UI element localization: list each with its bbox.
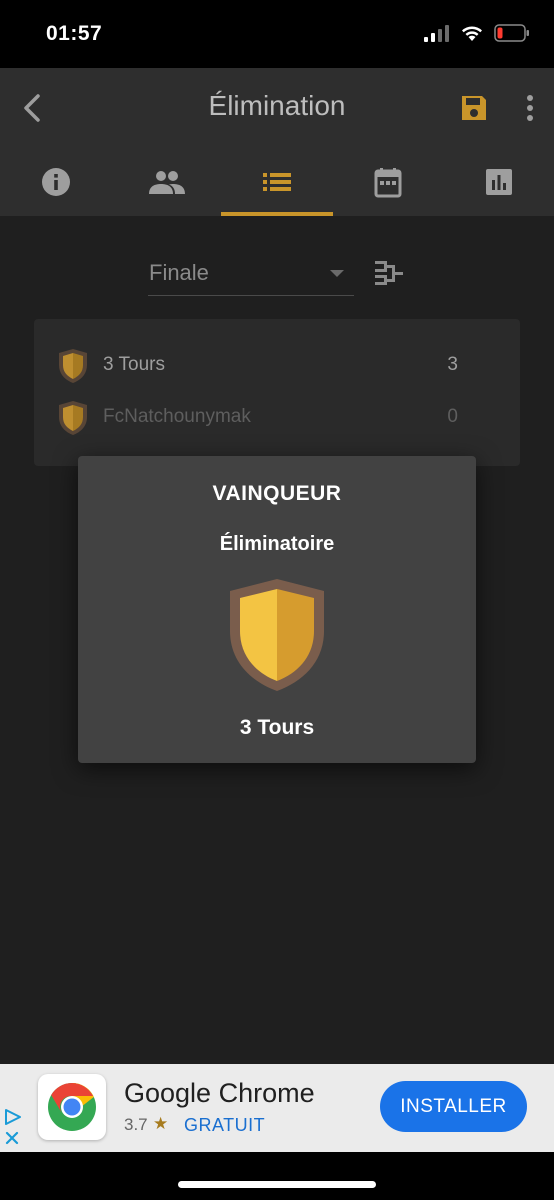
tab-calendar[interactable]: [332, 148, 443, 216]
team-shield-icon: [59, 349, 87, 383]
status-bar: 01:57: [0, 0, 554, 68]
battery-icon: [494, 24, 529, 42]
winner-team-name: 3 Tours: [239, 716, 315, 739]
dialog-subtitle: Éliminatoire: [219, 533, 335, 555]
team-score: 0: [447, 406, 458, 427]
round-select-value: Finale: [149, 260, 209, 285]
status-time: 01:57: [46, 22, 103, 45]
chrome-app-icon[interactable]: [38, 1074, 106, 1140]
winner-dialog[interactable]: VAINQUEUR Éliminatoire 3 Tours: [78, 456, 476, 763]
dialog-title: VAINQUEUR: [212, 482, 342, 505]
more-options-button[interactable]: [518, 92, 542, 124]
chrome-logo-icon: [48, 1083, 96, 1131]
ad-app-name: Google Chrome: [124, 1078, 315, 1108]
ad-choices-icon[interactable]: [3, 1108, 23, 1126]
team-name: 3 Tours: [103, 354, 165, 375]
wifi-icon: [462, 26, 482, 41]
team-shield-icon: [59, 401, 87, 435]
tab-matches[interactable]: [221, 148, 332, 216]
tab-players[interactable]: [111, 148, 222, 216]
list-icon: [262, 173, 291, 191]
tab-bar: [0, 148, 554, 216]
team-name: FcNatchounymak: [103, 406, 251, 427]
app-bar: Élimination: [0, 68, 554, 148]
tab-stats[interactable]: [443, 148, 554, 216]
info-icon: [41, 168, 70, 196]
home-indicator[interactable]: [178, 1181, 376, 1188]
team-score: 3: [447, 354, 458, 375]
signal-icon: [424, 25, 449, 42]
ad-banner[interactable]: Google Chrome 3.7 ★ GRATUIT INSTALLER: [0, 1064, 554, 1152]
ad-close-icon[interactable]: [4, 1130, 20, 1146]
install-button[interactable]: INSTALLER: [380, 1081, 527, 1132]
tab-info[interactable]: [0, 148, 111, 216]
people-icon: [148, 171, 185, 194]
bar-chart-icon: [485, 169, 512, 195]
status-icons: [424, 24, 530, 42]
dropdown-caret-icon: [330, 270, 344, 277]
winner-shield-icon: [230, 579, 324, 691]
match-card[interactable]: 3 Tours 3 FcNatchounymak 0: [34, 319, 520, 466]
save-button[interactable]: [458, 92, 490, 124]
ad-rating: 3.7: [124, 1115, 148, 1134]
star-icon: ★: [153, 1114, 169, 1133]
team-row: 3 Tours 3: [58, 346, 498, 386]
team-row: FcNatchounymak 0: [58, 398, 498, 438]
round-select[interactable]: Finale: [148, 256, 354, 296]
ad-price: GRATUIT: [184, 1115, 266, 1135]
bracket-view-button[interactable]: [374, 258, 404, 288]
calendar-icon: [374, 168, 401, 198]
bottom-bar: [0, 1152, 554, 1200]
